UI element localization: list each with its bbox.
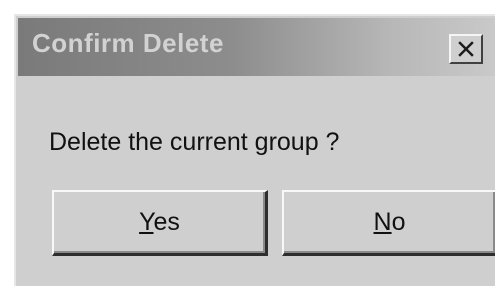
yes-mnemonic: Y — [139, 208, 154, 236]
yes-button[interactable]: Yes — [52, 190, 268, 256]
no-button[interactable]: No — [282, 190, 495, 256]
confirm-delete-dialog: Confirm Delete Delete the current group … — [14, 14, 495, 286]
title-bar[interactable]: Confirm Delete — [18, 18, 495, 76]
no-button-label: No — [374, 208, 406, 237]
no-mnemonic: N — [373, 208, 392, 236]
yes-button-label: Yes — [139, 208, 180, 237]
close-button[interactable] — [449, 34, 483, 64]
dialog-title: Confirm Delete — [32, 28, 224, 58]
yes-label-rest: es — [153, 208, 180, 236]
confirm-message: Delete the current group ? — [49, 128, 340, 156]
close-x-icon — [458, 41, 474, 57]
no-label-rest: o — [391, 208, 406, 236]
